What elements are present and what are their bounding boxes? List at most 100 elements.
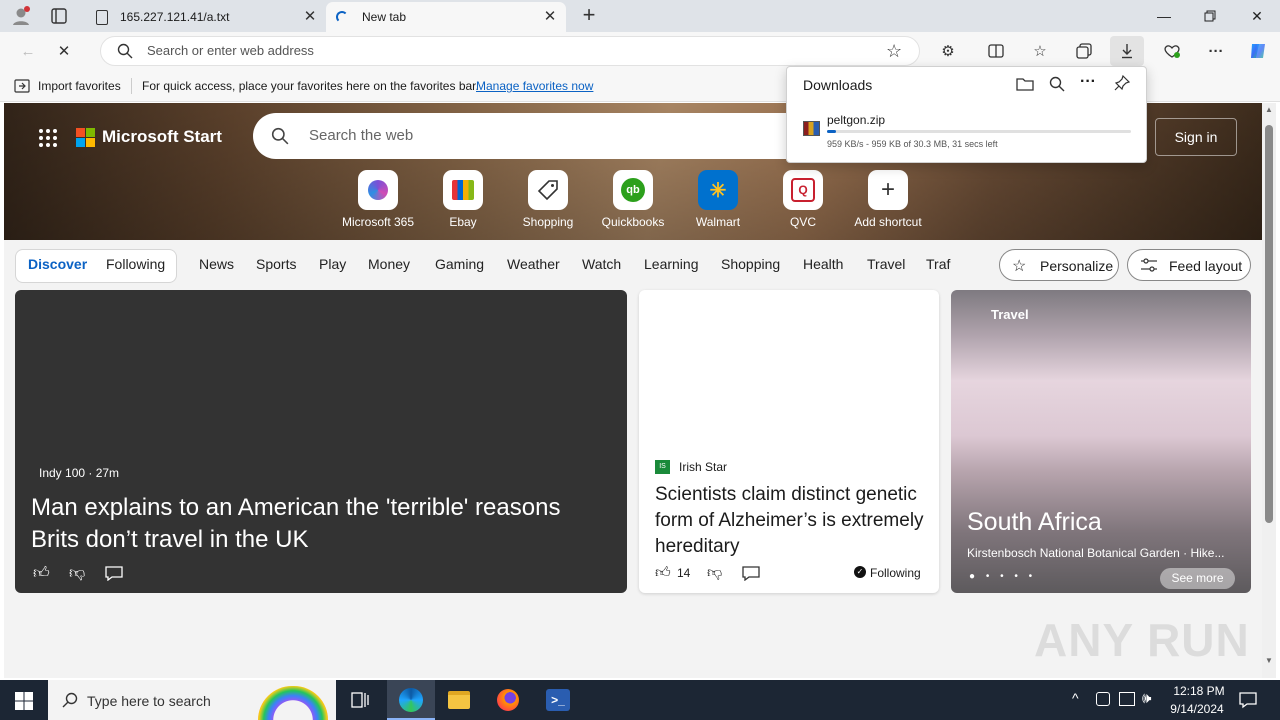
shortcut-shopping[interactable]: Shopping <box>508 170 588 229</box>
powershell-icon[interactable]: >_ <box>546 689 570 711</box>
shortcut-walmart[interactable]: ✳ Walmart <box>678 170 758 229</box>
notifications-icon[interactable] <box>1239 691 1257 714</box>
minimize-icon[interactable]: — <box>1141 0 1187 32</box>
middle-card-source: Irish Star <box>679 460 728 474</box>
shortcut-label: Shopping <box>522 215 574 229</box>
network-icon[interactable] <box>1119 692 1135 706</box>
split-screen-icon[interactable] <box>982 38 1010 64</box>
nav-shopping[interactable]: Shopping <box>721 256 780 272</box>
copilot-icon[interactable] <box>1244 38 1272 64</box>
nav-learning[interactable]: Learning <box>644 256 699 272</box>
close-tab-icon[interactable]: ✕ <box>302 9 318 25</box>
show-hidden-icons-icon[interactable]: ^ <box>1072 690 1079 706</box>
travel-title[interactable]: South Africa <box>967 508 1102 537</box>
tab-new-tab[interactable]: New tab ✕ <box>326 2 566 32</box>
favorite-star-icon[interactable]: ☆ <box>886 41 902 62</box>
tab-following[interactable]: Following <box>106 256 165 272</box>
following-label[interactable]: Following <box>870 566 921 580</box>
dislike-icon[interactable]: 👎︎ <box>707 564 722 582</box>
scrollbar-thumb[interactable] <box>1265 125 1273 523</box>
nav-play[interactable]: Play <box>319 256 346 272</box>
favorites-icon[interactable]: ☆ <box>1026 38 1054 64</box>
system-tray-icon[interactable] <box>1096 692 1110 706</box>
nav-sports[interactable]: Sports <box>256 256 296 272</box>
edge-taskbar-icon[interactable] <box>387 680 435 720</box>
open-folder-icon[interactable] <box>1016 76 1034 97</box>
nav-money[interactable]: Money <box>368 256 410 272</box>
downloads-icon[interactable] <box>1110 36 1144 66</box>
scroll-up-icon[interactable]: ▲ <box>1265 105 1273 114</box>
personalize-button[interactable]: ☆ Personalize <box>999 249 1119 281</box>
dislike-icon[interactable]: 👎︎ <box>69 564 85 583</box>
firefox-icon[interactable] <box>497 689 519 711</box>
settings-more-icon[interactable]: ··· <box>1202 38 1230 64</box>
shortcut-microsoft-365[interactable]: Microsoft 365 <box>338 170 418 229</box>
nav-travel[interactable]: Travel <box>867 256 905 272</box>
close-tab-icon[interactable]: ✕ <box>542 9 558 25</box>
travel-card[interactable]: Travel South Africa Kirstenbosch Nationa… <box>951 290 1251 593</box>
more-options-icon[interactable]: ··· <box>1080 73 1096 91</box>
nav-watch[interactable]: Watch <box>582 256 621 272</box>
following-check-icon: ✓ <box>854 566 866 578</box>
like-icon[interactable]: 👍︎ <box>33 564 50 583</box>
shortcut-qvc[interactable]: Q QVC <box>763 170 843 229</box>
middle-news-card[interactable]: IS Irish Star Scientists claim distinct … <box>639 290 939 593</box>
nav-gaming[interactable]: Gaming <box>435 256 484 272</box>
collections-icon[interactable] <box>1070 38 1098 64</box>
profile-icon[interactable] <box>10 5 32 27</box>
shortcut-add[interactable]: + Add shortcut <box>848 170 928 229</box>
taskbar-search-box[interactable]: Type here to search <box>48 680 336 720</box>
new-tab-icon[interactable]: + <box>578 4 600 27</box>
file-explorer-icon[interactable] <box>448 691 470 709</box>
comment-icon[interactable] <box>742 566 760 586</box>
windows-start-icon[interactable] <box>15 692 33 715</box>
stop-loading-icon[interactable]: ✕ <box>50 38 78 64</box>
like-icon[interactable]: 👍︎ <box>655 564 671 582</box>
sign-in-button[interactable]: Sign in <box>1155 118 1237 156</box>
web-search-box[interactable]: Search the web <box>253 113 813 159</box>
tab-a-txt[interactable]: 165.227.121.41/a.txt ✕ <box>86 2 326 32</box>
tab-actions-icon[interactable] <box>50 7 68 25</box>
page-scrollbar[interactable]: ▲ ▼ <box>1262 103 1276 678</box>
taskbar-search-placeholder: Type here to search <box>87 693 211 709</box>
address-input[interactable] <box>147 43 847 58</box>
download-file-name[interactable]: peltgon.zip <box>827 113 885 127</box>
brand-title[interactable]: Microsoft Start <box>102 127 222 147</box>
manage-favorites-link[interactable]: Manage favorites now <box>476 79 593 93</box>
restore-icon[interactable] <box>1187 0 1233 32</box>
scroll-down-icon[interactable]: ▼ <box>1265 656 1273 665</box>
main-card-headline[interactable]: Man explains to an American the 'terribl… <box>31 492 601 556</box>
apps-launcher-icon[interactable] <box>38 128 58 153</box>
import-favorites-button[interactable]: Import favorites <box>38 79 121 93</box>
nav-health[interactable]: Health <box>803 256 843 272</box>
see-more-button[interactable]: See more <box>1160 568 1235 589</box>
task-view-icon[interactable] <box>351 691 369 714</box>
comment-icon[interactable] <box>105 566 123 586</box>
download-status: 959 KB/s - 959 KB of 30.3 MB, 31 secs le… <box>827 139 998 149</box>
tab-discover[interactable]: Discover <box>28 256 87 272</box>
carousel-dots[interactable]: ● • • • • <box>969 571 1036 582</box>
clock-date[interactable]: 9/14/2024 <box>1166 702 1228 716</box>
nav-weather[interactable]: Weather <box>507 256 560 272</box>
clock-time[interactable]: 12:18 PM <box>1170 684 1228 698</box>
shortcut-ebay[interactable]: Ebay <box>423 170 503 229</box>
extensions-icon[interactable]: ⚙ <box>934 38 962 64</box>
nav-news[interactable]: News <box>199 256 234 272</box>
search-downloads-icon[interactable] <box>1049 76 1065 97</box>
browser-essentials-icon[interactable] <box>1158 38 1186 64</box>
address-bar[interactable]: ☆ <box>100 36 920 66</box>
nav-traffic[interactable]: Traf <box>926 256 950 272</box>
import-favorites-icon[interactable] <box>14 78 30 97</box>
close-window-icon[interactable]: ✕ <box>1234 0 1280 32</box>
middle-card-headline[interactable]: Scientists claim distinct genetic form o… <box>655 482 925 560</box>
back-icon[interactable]: ← <box>14 38 42 64</box>
feed-layout-button[interactable]: Feed layout <box>1127 249 1251 281</box>
volume-icon[interactable]: 🕪︎ <box>1142 690 1151 707</box>
main-news-card[interactable]: Indy 100 · 27m Man explains to an Americ… <box>15 290 627 593</box>
microsoft-365-icon <box>358 170 398 210</box>
tab-title: New tab <box>362 10 407 24</box>
shortcut-quickbooks[interactable]: qb Quickbooks <box>593 170 673 229</box>
web-search-placeholder: Search the web <box>309 127 414 144</box>
anyrun-watermark: ANY RUN <box>1034 614 1250 666</box>
pin-icon[interactable] <box>1114 74 1131 96</box>
